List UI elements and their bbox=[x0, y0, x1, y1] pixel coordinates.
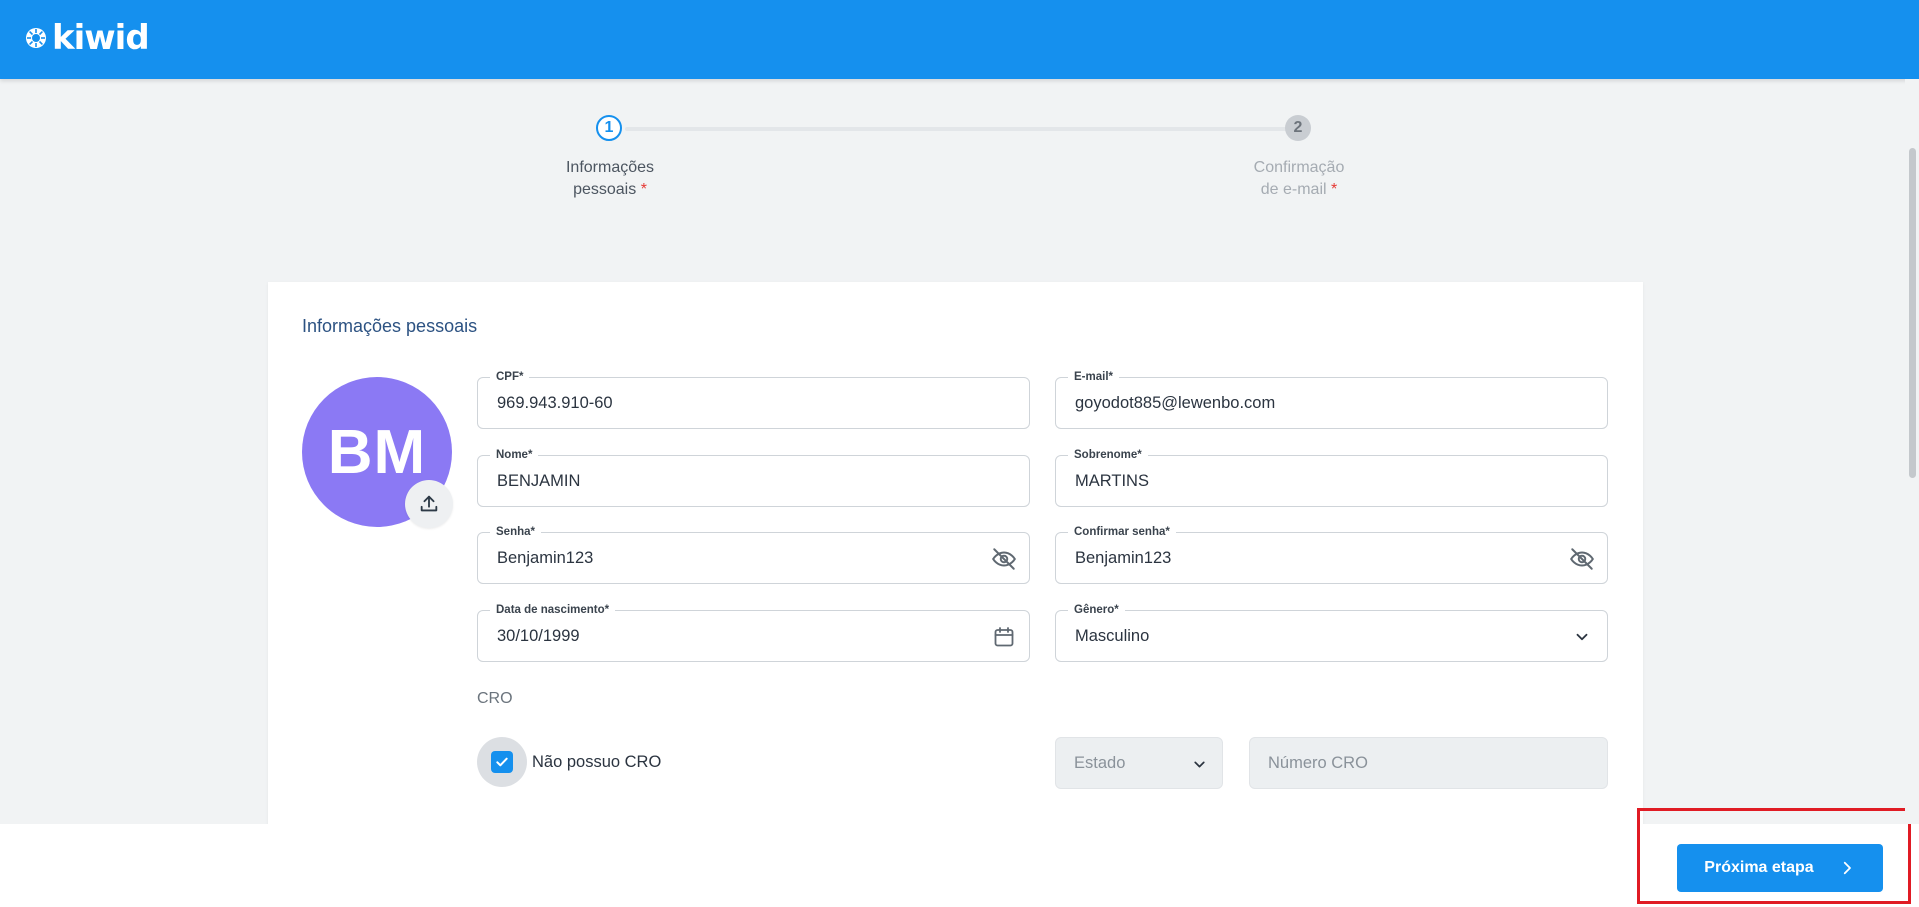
step-2-label-line2: de e-mail bbox=[1260, 181, 1327, 198]
cpf-value: 969.943.910-60 bbox=[497, 394, 613, 412]
step-2-number: 2 bbox=[1293, 119, 1303, 136]
checkbox-checked[interactable] bbox=[491, 751, 513, 773]
sobrenome-field[interactable]: Sobrenome* MARTINS bbox=[1055, 448, 1608, 507]
data-nascimento-value: 30/10/1999 bbox=[497, 627, 580, 645]
scrollbar-thumb[interactable] bbox=[1909, 148, 1916, 478]
check-icon bbox=[496, 757, 508, 767]
step-1-indicator[interactable]: 1 bbox=[596, 115, 622, 141]
cro-section-label: CRO bbox=[477, 690, 513, 707]
confirmar-senha-field[interactable]: Confirmar senha* Benjamin123 bbox=[1055, 525, 1608, 584]
step-1-number: 1 bbox=[604, 119, 614, 136]
step-1-label-line2: pessoais bbox=[573, 181, 637, 198]
step-1-label-line1: Informações bbox=[565, 159, 655, 176]
brand-logo[interactable]: kiwid bbox=[24, 18, 150, 58]
estado-placeholder: Estado bbox=[1074, 754, 1126, 772]
cro-number-input[interactable]: Número CRO bbox=[1249, 737, 1608, 789]
genero-select[interactable]: Gênero* Masculino bbox=[1055, 603, 1608, 662]
nome-field[interactable]: Nome* BENJAMIN bbox=[477, 448, 1030, 507]
senha-field[interactable]: Senha* Benjamin123 bbox=[477, 525, 1030, 584]
sobrenome-value: MARTINS bbox=[1075, 472, 1149, 490]
logo-mark-icon bbox=[26, 28, 46, 48]
genero-value: Masculino bbox=[1075, 627, 1150, 645]
no-cro-checkbox[interactable]: Não possuo CRO bbox=[477, 737, 661, 787]
eye-off-icon[interactable] bbox=[991, 546, 1017, 572]
upload-photo-button[interactable] bbox=[405, 480, 453, 528]
brand-name: kiwid bbox=[52, 18, 150, 58]
required-mark: * bbox=[640, 181, 647, 198]
senha-value: Benjamin123 bbox=[497, 549, 594, 567]
nome-value: BENJAMIN bbox=[497, 472, 581, 490]
estado-select[interactable]: Estado bbox=[1055, 737, 1223, 789]
required-mark: * bbox=[1331, 181, 1338, 198]
highlight-annotation bbox=[1637, 808, 1911, 904]
cpf-field[interactable]: CPF* 969.943.910-60 bbox=[477, 370, 1030, 429]
stepper-track bbox=[625, 127, 1297, 131]
step-2-indicator[interactable]: 2 bbox=[1285, 115, 1311, 141]
eye-off-icon[interactable] bbox=[1569, 546, 1595, 572]
confirmar-senha-value: Benjamin123 bbox=[1075, 549, 1172, 567]
upload-icon bbox=[420, 495, 438, 512]
card-title: Informações pessoais bbox=[302, 316, 478, 336]
no-cro-label: Não possuo CRO bbox=[532, 752, 662, 771]
bottom-action-bar bbox=[0, 824, 1919, 907]
data-nascimento-field[interactable]: Data de nascimento* 30/10/1999 bbox=[477, 603, 1030, 662]
step-2-label: Confirmação de e-mail * bbox=[1219, 157, 1379, 201]
personal-info-card: Informações pessoais BM CPF* 969.943.910… bbox=[268, 282, 1643, 842]
email-value: goyodot885@lewenbo.com bbox=[1075, 394, 1276, 412]
checkbox-halo[interactable] bbox=[477, 737, 527, 787]
email-field[interactable]: E-mail* goyodot885@lewenbo.com bbox=[1055, 370, 1608, 429]
step-1-label: Informações pessoais * bbox=[530, 157, 690, 201]
cro-number-placeholder: Número CRO bbox=[1268, 754, 1368, 772]
top-bar: kiwid bbox=[0, 0, 1919, 79]
avatar-initials: BM bbox=[327, 417, 427, 487]
chevron-down-icon bbox=[1186, 751, 1212, 777]
calendar-icon[interactable] bbox=[991, 624, 1017, 650]
chevron-down-icon bbox=[1569, 624, 1595, 650]
step-2-label-line1: Confirmação bbox=[1253, 159, 1345, 176]
